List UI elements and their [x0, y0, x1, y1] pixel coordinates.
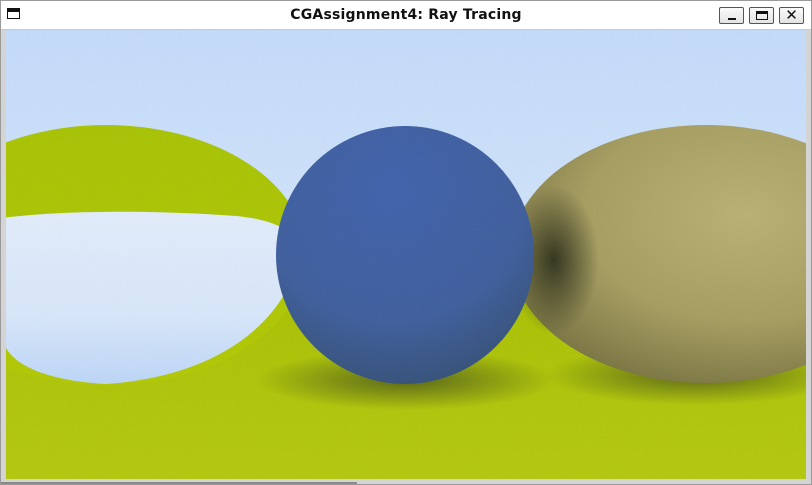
minimize-button[interactable]	[719, 7, 744, 24]
ray-tracing-render-canvas	[6, 30, 806, 479]
close-button[interactable]: ✕	[779, 6, 804, 24]
application-window: CGAssignment4: Ray Tracing ✕	[0, 0, 812, 485]
window-title: CGAssignment4: Ray Tracing	[290, 7, 522, 23]
render-noise-overlay	[6, 30, 806, 479]
close-icon: ✕	[785, 6, 798, 24]
maximize-button[interactable]	[749, 7, 774, 24]
title-bar[interactable]: CGAssignment4: Ray Tracing ✕	[1, 1, 811, 30]
rendered-scene	[6, 30, 806, 479]
